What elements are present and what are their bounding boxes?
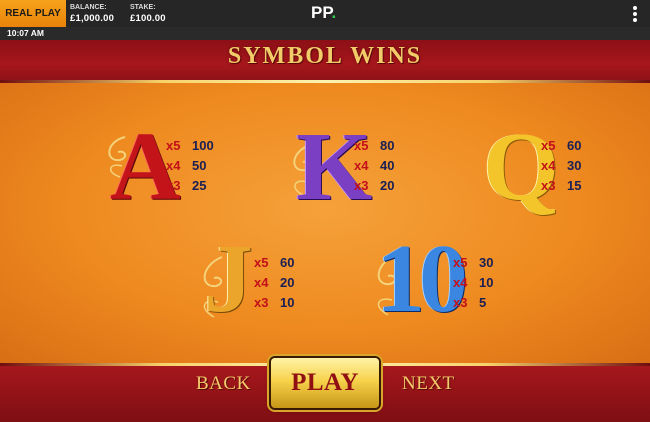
- balance-label: BALANCE:: [70, 4, 107, 11]
- next-button[interactable]: NEXT: [402, 373, 455, 395]
- multiplier: x4: [254, 275, 269, 290]
- real-play-button[interactable]: REAL PLAY: [0, 0, 66, 27]
- multiplier: x5: [453, 255, 468, 270]
- kebab-menu-icon[interactable]: [633, 6, 637, 22]
- symbol-a-paytable: x5 100 x4 50 x3 25: [166, 136, 214, 196]
- symbol-j-icon: J: [204, 225, 253, 333]
- multiplier: x4: [541, 158, 556, 173]
- symbol-q-paytable: x5 60 x4 30 x3 15: [541, 136, 581, 196]
- multiplier: x3: [166, 178, 181, 193]
- page-title: SYMBOL WINS: [227, 43, 423, 69]
- status-strip: 10:07 AM: [0, 27, 650, 40]
- payout: 5: [479, 295, 487, 310]
- symbol-10-icon: 10: [376, 225, 468, 333]
- pp-logo-text: PP: [311, 3, 332, 22]
- payout: 100: [192, 138, 214, 153]
- payout: 30: [567, 158, 582, 173]
- clock: 10:07 AM: [7, 28, 45, 38]
- multiplier: x5: [166, 138, 181, 153]
- multiplier: x3: [541, 178, 556, 193]
- symbol-k-paytable: x5 80 x4 40 x3 20: [354, 136, 394, 196]
- payout: 60: [567, 138, 582, 153]
- payout: 10: [479, 275, 494, 290]
- multiplier: x4: [166, 158, 181, 173]
- multiplier: x5: [254, 255, 269, 270]
- pp-logo: PP.: [311, 3, 336, 23]
- payout: 25: [192, 178, 207, 193]
- back-button[interactable]: BACK: [196, 373, 251, 395]
- multiplier: x3: [254, 295, 269, 310]
- balance-display: BALANCE: £1,000.00: [70, 3, 114, 25]
- stake-value: £100.00: [130, 13, 166, 24]
- payout: 20: [380, 178, 395, 193]
- payout: 60: [280, 255, 295, 270]
- paytable-screen: SYMBOL WINS A x5 100 x4 50 x3 25 K x5 80 x4 4…: [0, 40, 650, 422]
- top-bar: REAL PLAY BALANCE: £1,000.00 STAKE: £100…: [0, 0, 650, 27]
- payout: 20: [280, 275, 295, 290]
- stake-label: STAKE:: [130, 4, 156, 11]
- payout: 50: [192, 158, 207, 173]
- symbol-10-paytable: x5 30 x4 10 x3 5: [453, 253, 493, 313]
- multiplier: x5: [354, 138, 369, 153]
- multiplier: x4: [354, 158, 369, 173]
- multiplier: x4: [453, 275, 468, 290]
- pp-logo-dot: .: [331, 3, 337, 22]
- payout: 40: [380, 158, 395, 173]
- play-button[interactable]: PLAY: [271, 358, 379, 408]
- stake-display: STAKE: £100.00: [130, 3, 166, 25]
- multiplier: x3: [354, 178, 369, 193]
- multiplier: x3: [453, 295, 468, 310]
- multiplier: x5: [541, 138, 556, 153]
- payout: 30: [479, 255, 494, 270]
- payout: 15: [567, 178, 582, 193]
- balance-value: £1,000.00: [70, 13, 115, 24]
- symbol-j-paytable: x5 60 x4 20 x3 10: [254, 253, 294, 313]
- payout: 80: [380, 138, 395, 153]
- play-button-label: PLAY: [291, 369, 359, 396]
- payout: 10: [280, 295, 295, 310]
